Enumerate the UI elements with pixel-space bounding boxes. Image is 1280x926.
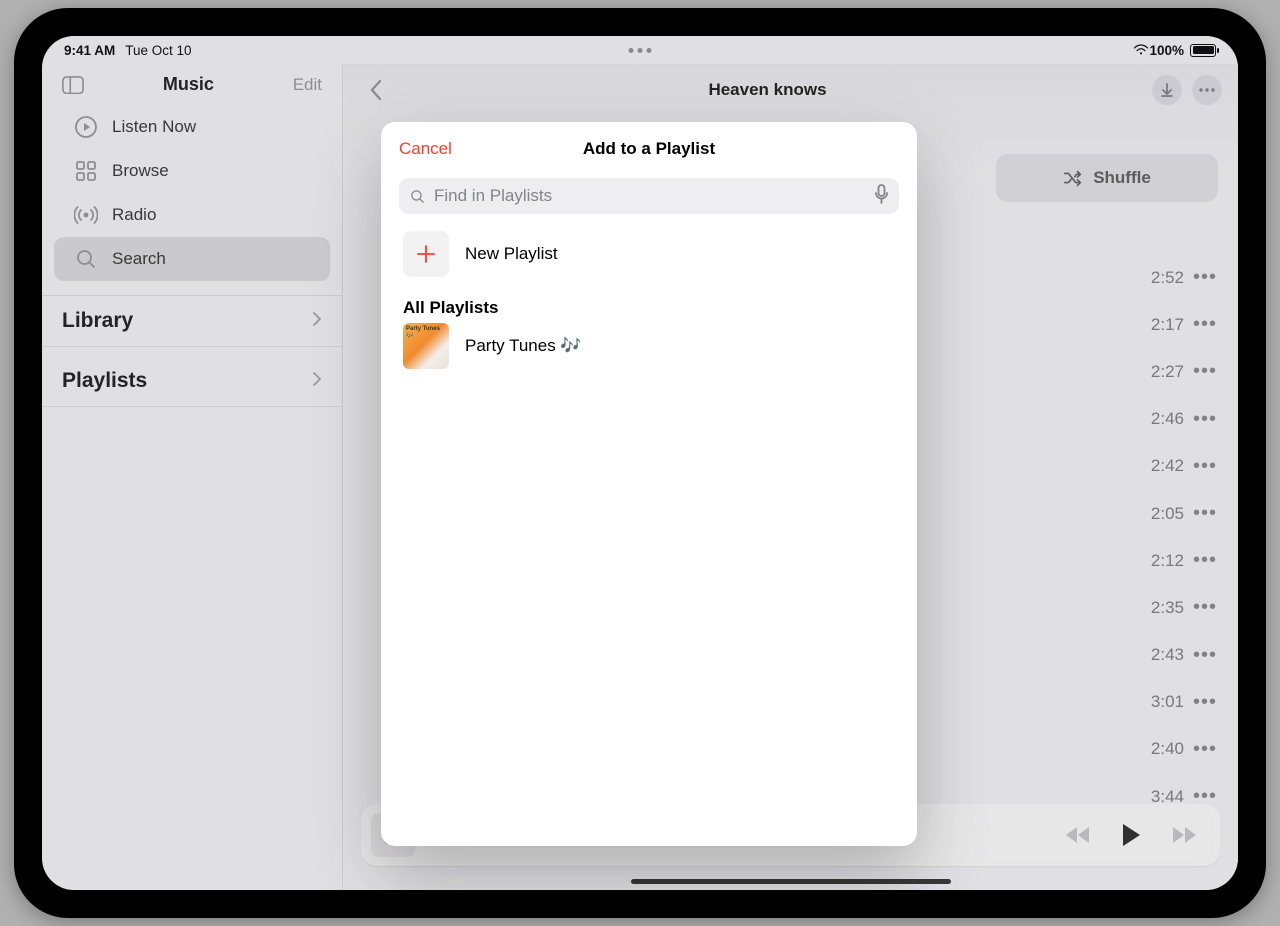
wifi-icon (1133, 44, 1149, 56)
track-more-button[interactable]: ••• (1184, 455, 1226, 478)
sidebar-section-playlists[interactable]: Playlists (42, 355, 342, 407)
playlist-row[interactable]: Party Tunes 🎶 Party Tunes 🎶 (381, 322, 917, 370)
add-to-playlist-sheet: Cancel Add to a Playlist New Playlist Al… (381, 122, 917, 846)
page-title: Heaven knows (393, 80, 1142, 100)
status-date: Tue Oct 10 (125, 43, 191, 58)
track-duration: 2:05 (1124, 504, 1184, 524)
track-duration: 2:42 (1124, 456, 1184, 476)
sidebar-item-listen-now[interactable]: Listen Now (54, 105, 330, 149)
ipad-frame: 9:41 AM Tue Oct 10 100% Music Edit (14, 8, 1266, 918)
sidebar-item-radio[interactable]: Radio (54, 193, 330, 237)
sidebar-item-label: Radio (112, 205, 156, 225)
sidebar-toggle-icon[interactable] (62, 76, 84, 94)
track-duration: 2:17 (1124, 315, 1184, 335)
battery-percent: 100% (1149, 43, 1184, 58)
track-duration: 2:35 (1124, 598, 1184, 618)
sidebar-item-browse[interactable]: Browse (54, 149, 330, 193)
sidebar-section-library[interactable]: Library (42, 295, 342, 347)
track-duration: 2:27 (1124, 362, 1184, 382)
shuffle-label: Shuffle (1093, 168, 1151, 188)
multitask-dots[interactable] (629, 48, 652, 53)
track-more-button[interactable]: ••• (1184, 313, 1226, 336)
radio-icon (74, 203, 98, 227)
section-label: Playlists (62, 369, 147, 393)
sidebar-title: Music (84, 74, 293, 95)
track-duration: 3:01 (1124, 692, 1184, 712)
track-more-button[interactable]: ••• (1184, 502, 1226, 525)
back-button[interactable] (359, 73, 393, 107)
sidebar-item-label: Search (112, 249, 166, 269)
status-time: 9:41 AM (64, 43, 115, 58)
next-button[interactable] (1164, 816, 1202, 854)
sidebar-item-search[interactable]: Search (54, 237, 330, 281)
track-more-button[interactable]: ••• (1184, 408, 1226, 431)
track-duration: 2:46 (1124, 409, 1184, 429)
more-button[interactable] (1192, 75, 1222, 105)
track-more-button[interactable]: ••• (1184, 360, 1226, 383)
track-duration: 2:12 (1124, 551, 1184, 571)
battery-indicator: 100% (1149, 43, 1216, 58)
all-playlists-header: All Playlists (381, 278, 917, 322)
sidebar-item-label: Browse (112, 161, 169, 181)
new-playlist-label: New Playlist (465, 244, 558, 264)
track-duration: 2:52 (1124, 268, 1184, 288)
screen: 9:41 AM Tue Oct 10 100% Music Edit (42, 36, 1238, 890)
mic-icon[interactable] (874, 184, 889, 209)
track-more-button[interactable]: ••• (1184, 266, 1226, 289)
shuffle-icon (1063, 169, 1083, 187)
search-icon (74, 247, 98, 271)
play-circle-icon (74, 115, 98, 139)
playlist-search-input[interactable] (434, 186, 866, 206)
grid-icon (74, 159, 98, 183)
cancel-button[interactable]: Cancel (399, 139, 452, 159)
status-bar: 9:41 AM Tue Oct 10 100% (42, 36, 1238, 64)
sidebar-edit-button[interactable]: Edit (293, 75, 322, 95)
play-button[interactable] (1112, 816, 1150, 854)
download-button[interactable] (1152, 75, 1182, 105)
track-more-button[interactable]: ••• (1184, 691, 1226, 714)
playlist-thumb-label: Party Tunes 🎶 (406, 326, 449, 339)
playlist-artwork: Party Tunes 🎶 (403, 323, 449, 369)
prev-button[interactable] (1060, 816, 1098, 854)
plus-icon (403, 231, 449, 277)
home-indicator[interactable] (631, 879, 951, 884)
chevron-right-icon (312, 369, 322, 393)
track-duration: 2:40 (1124, 739, 1184, 759)
section-label: Library (62, 309, 133, 333)
track-more-button[interactable]: ••• (1184, 738, 1226, 761)
shuffle-button[interactable]: Shuffle (996, 154, 1218, 202)
sheet-title: Add to a Playlist (381, 139, 917, 159)
playlist-name: Party Tunes 🎶 (465, 336, 582, 356)
chevron-right-icon (312, 309, 322, 333)
search-icon (409, 188, 426, 205)
track-more-button[interactable]: ••• (1184, 596, 1226, 619)
sidebar-item-label: Listen Now (112, 117, 196, 137)
track-more-button[interactable]: ••• (1184, 644, 1226, 667)
track-duration: 2:43 (1124, 645, 1184, 665)
playlist-search[interactable] (399, 178, 899, 214)
track-more-button[interactable]: ••• (1184, 549, 1226, 572)
new-playlist-row[interactable]: New Playlist (381, 230, 917, 278)
sidebar: Music Edit Listen Now Browse Radio (42, 64, 343, 890)
